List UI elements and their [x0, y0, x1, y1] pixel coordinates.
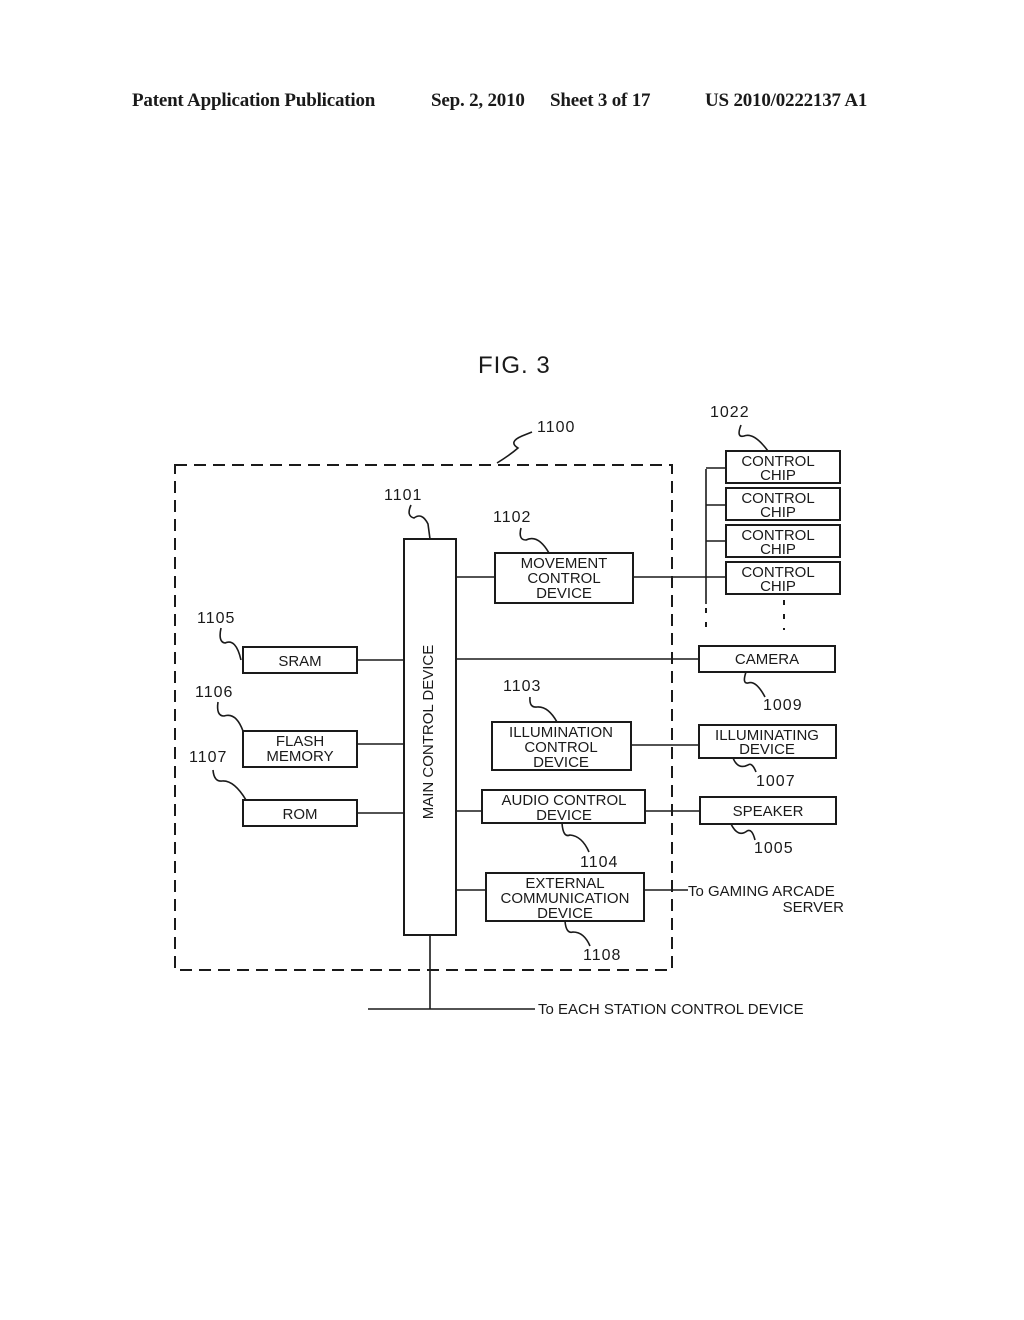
- ref-1102: 1102: [493, 509, 531, 526]
- flash-memory-label-2: MEMORY: [266, 748, 333, 765]
- ref-1103: 1103: [503, 678, 541, 695]
- ref-1005: 1005: [754, 840, 794, 857]
- chip3-label-2: CHIP: [760, 541, 796, 558]
- sram-block: SRAM 1105: [197, 610, 404, 674]
- movement-label-3: DEVICE: [536, 585, 592, 602]
- each-station-control-device-label: To EACH STATION CONTROL DEVICE: [538, 1001, 804, 1018]
- chip4-label-2: CHIP: [760, 578, 796, 595]
- external-label-3: DEVICE: [537, 905, 593, 922]
- ref-1104: 1104: [580, 854, 618, 871]
- rom-label: ROM: [283, 806, 318, 823]
- audio-label-2: DEVICE: [536, 807, 592, 824]
- speaker-block: SPEAKER 1005: [699, 796, 837, 857]
- ref-1100: 1100: [537, 419, 575, 436]
- leader-1100: [496, 431, 533, 464]
- ref-1009: 1009: [763, 697, 803, 714]
- leader-1101: [408, 504, 431, 540]
- illuminating-label-2: DEVICE: [739, 741, 795, 758]
- ref-1108: 1108: [583, 947, 621, 964]
- camera-label: CAMERA: [735, 651, 799, 668]
- speaker-label: SPEAKER: [733, 803, 804, 820]
- block-diagram: 1100 MAIN CONTROL DEVICE 1101 SRAM 1105 …: [174, 404, 845, 1018]
- audio-control-device-block: AUDIO CONTROL DEVICE 1104: [456, 789, 700, 871]
- main-control-device-label: MAIN CONTROL DEVICE: [420, 645, 437, 819]
- ref-1007: 1007: [756, 773, 796, 790]
- ref-1107: 1107: [189, 749, 227, 766]
- sram-label: SRAM: [278, 653, 321, 670]
- ref-1101: 1101: [384, 487, 422, 504]
- control-chips-group: CONTROL CHIP CONTROL CHIP CONTROL CHIP C…: [705, 404, 841, 630]
- external-communication-device-block: EXTERNAL COMMUNICATION DEVICE 1108: [456, 872, 688, 964]
- gaming-arcade-server-label-2: SERVER: [783, 899, 845, 916]
- chip2-label-2: CHIP: [760, 504, 796, 521]
- movement-control-device-block: MOVEMENT CONTROL DEVICE 1102: [456, 509, 726, 604]
- ref-1022: 1022: [710, 404, 750, 421]
- ref-1105: 1105: [197, 610, 235, 627]
- ref-1106: 1106: [195, 684, 233, 701]
- illumination-control-device-block: ILLUMINATION CONTROL DEVICE 1103: [491, 678, 699, 771]
- illuminating-device-block: ILLUMINATING DEVICE 1007: [698, 724, 837, 790]
- chip1-label-2: CHIP: [760, 467, 796, 484]
- illumination-label-3: DEVICE: [533, 754, 589, 771]
- gaming-arcade-server-label-1: To GAMING ARCADE: [688, 883, 835, 900]
